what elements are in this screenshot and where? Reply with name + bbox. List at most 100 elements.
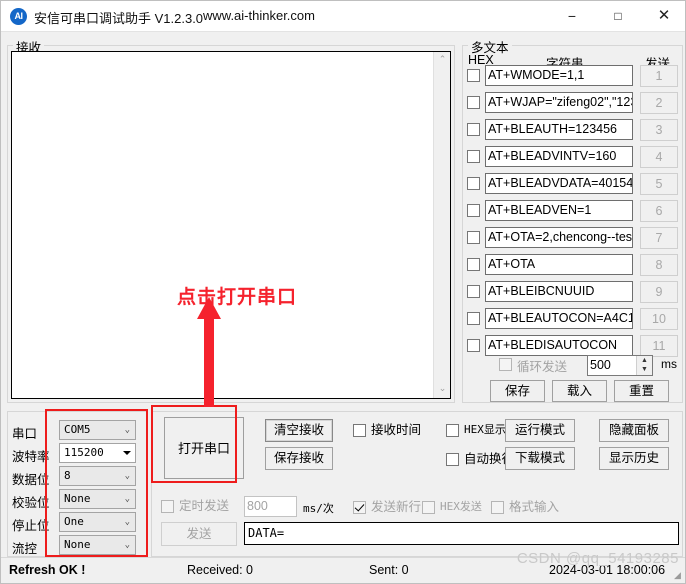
- multitext-command-input[interactable]: AT+BLEADVEN=1: [485, 200, 633, 221]
- titlebar: AI 安信可串口调试助手 V1.2.3.0 www.ai-thinker.com…: [1, 1, 685, 32]
- multitext-hex-checkbox[interactable]: [467, 150, 480, 163]
- chevron-down-icon[interactable]: ⌄: [125, 421, 130, 439]
- load-button[interactable]: 载入: [552, 380, 607, 402]
- hex-display-checkbox[interactable]: [446, 424, 459, 437]
- window-title: 安信可串口调试助手 V1.2.3.0: [34, 11, 204, 26]
- multitext-send-button[interactable]: 7: [640, 227, 678, 249]
- open-port-button[interactable]: 打开串口: [164, 417, 244, 479]
- multitext-command-input[interactable]: AT+BLEADVDATA=401546: [485, 173, 633, 194]
- multitext-send-button[interactable]: 2: [640, 92, 678, 114]
- setting-label-4: 停止位: [12, 519, 50, 533]
- clear-receive-button[interactable]: 清空接收: [265, 419, 333, 442]
- run-mode-button[interactable]: 运行模式: [505, 419, 575, 442]
- loop-send-label: 循环发送: [517, 360, 568, 374]
- setting-combo-2[interactable]: 8 ⌄: [59, 466, 136, 486]
- multitext-hex-checkbox[interactable]: [467, 312, 480, 325]
- loop-send-checkbox[interactable]: [499, 358, 512, 371]
- multitext-hex-checkbox[interactable]: [467, 69, 480, 82]
- multitext-hex-checkbox[interactable]: [467, 258, 480, 271]
- multitext-command-input[interactable]: AT+WMODE=1,1: [485, 65, 633, 86]
- auto-wrap-checkbox[interactable]: [446, 453, 459, 466]
- download-mode-button[interactable]: 下载模式: [505, 447, 575, 470]
- dropdown-triangle-icon[interactable]: [123, 451, 131, 455]
- setting-combo-1[interactable]: 115200: [59, 443, 136, 463]
- annotation-text: 点击打开串口: [177, 287, 298, 308]
- scroll-up-icon[interactable]: ⌃: [434, 52, 451, 69]
- status-received: Received: 0: [187, 563, 254, 577]
- timed-interval-unit: ms/次: [303, 502, 334, 515]
- timed-interval-input[interactable]: 800: [244, 496, 297, 517]
- maximize-icon[interactable]: □: [595, 1, 641, 31]
- send-newline-checkbox[interactable]: [353, 501, 366, 514]
- multitext-send-button[interactable]: 1: [640, 65, 678, 87]
- multitext-command-input[interactable]: AT+WJAP="zifeng02","123: [485, 92, 633, 113]
- multitext-command-input[interactable]: AT+BLEAUTOCON=A4C13: [485, 308, 633, 329]
- save-button[interactable]: 保存: [490, 380, 545, 402]
- setting-combo-4[interactable]: One ⌄: [59, 512, 136, 532]
- receive-textarea[interactable]: ⌃ ⌄: [11, 51, 451, 399]
- minimize-icon[interactable]: −: [549, 1, 595, 31]
- setting-value-3: None: [64, 492, 91, 505]
- multitext-hex-checkbox[interactable]: [467, 96, 480, 109]
- setting-label-3: 校验位: [12, 496, 50, 510]
- multitext-send-button[interactable]: 4: [640, 146, 678, 168]
- loop-send-row: 循环发送 500 ▲ ▼ ms: [467, 353, 679, 377]
- setting-value-5: None: [64, 538, 91, 551]
- resize-grip-icon[interactable]: ◢: [674, 570, 684, 580]
- multitext-command-input[interactable]: AT+BLEIBCNUUID: [485, 281, 633, 302]
- multitext-send-button[interactable]: 9: [640, 281, 678, 303]
- chevron-down-icon[interactable]: ⌄: [125, 536, 130, 554]
- multitext-send-button[interactable]: 8: [640, 254, 678, 276]
- send-newline-label: 发送新行: [371, 500, 422, 514]
- timed-send-checkbox[interactable]: [161, 500, 174, 513]
- status-refresh: Refresh OK !: [9, 563, 86, 577]
- timed-send-label: 定时发送: [179, 499, 230, 513]
- multitext-send-button[interactable]: 10: [640, 308, 678, 330]
- loop-interval-stepper[interactable]: ▲ ▼: [636, 356, 652, 375]
- serial-debug-assistant-window: AI 安信可串口调试助手 V1.2.3.0 www.ai-thinker.com…: [0, 0, 686, 584]
- multitext-hex-checkbox[interactable]: [467, 285, 480, 298]
- close-icon[interactable]: ✕: [641, 1, 685, 31]
- show-history-button[interactable]: 显示历史: [599, 447, 669, 470]
- status-datetime: 2024-03-01 18:00:06: [549, 563, 666, 577]
- chevron-down-icon[interactable]: ⌄: [125, 490, 130, 508]
- chevron-down-icon[interactable]: ⌄: [125, 513, 130, 531]
- send-input[interactable]: DATA=: [244, 522, 679, 545]
- multitext-send-button[interactable]: 6: [640, 200, 678, 222]
- reset-button[interactable]: 重置: [614, 380, 669, 402]
- setting-combo-5[interactable]: None ⌄: [59, 535, 136, 555]
- receive-time-checkbox[interactable]: [353, 424, 366, 437]
- hide-panel-button[interactable]: 隐藏面板: [599, 419, 669, 442]
- multitext-send-button[interactable]: 5: [640, 173, 678, 195]
- stepper-up-icon[interactable]: ▲: [637, 356, 652, 365]
- multitext-hex-checkbox[interactable]: [467, 177, 480, 190]
- setting-combo-0[interactable]: COM5 ⌄: [59, 420, 136, 440]
- multitext-command-input[interactable]: AT+BLEADVINTV=160: [485, 146, 633, 167]
- hex-send-checkbox[interactable]: [422, 501, 435, 514]
- multitext-hex-checkbox[interactable]: [467, 231, 480, 244]
- setting-value-1: 115200: [64, 446, 104, 459]
- format-input-checkbox[interactable]: [491, 501, 504, 514]
- multitext-send-button[interactable]: 3: [640, 119, 678, 141]
- window-title-url: www.ai-thinker.com: [203, 8, 315, 23]
- scroll-down-icon[interactable]: ⌄: [434, 381, 451, 398]
- statusbar: Refresh OK ! Received: 0 Sent: 0 2024-03…: [1, 557, 685, 583]
- format-input-label: 格式输入: [509, 500, 560, 514]
- send-button[interactable]: 发送: [161, 522, 237, 546]
- receive-scrollbar[interactable]: ⌃ ⌄: [433, 52, 450, 398]
- multitext-command-input[interactable]: AT+BLEAUTH=123456: [485, 119, 633, 140]
- multitext-hex-checkbox[interactable]: [467, 204, 480, 217]
- hex-send-label: HEX发送: [440, 500, 482, 513]
- setting-label-1: 波特率: [12, 450, 50, 464]
- loop-interval-unit: ms: [661, 357, 677, 371]
- setting-value-0: COM5: [64, 423, 91, 436]
- multitext-hex-checkbox[interactable]: [467, 339, 480, 352]
- multitext-command-input[interactable]: AT+OTA=2,chencong--test: [485, 227, 633, 248]
- multitext-hex-checkbox[interactable]: [467, 123, 480, 136]
- multitext-command-input[interactable]: AT+OTA: [485, 254, 633, 275]
- stepper-down-icon[interactable]: ▼: [637, 365, 652, 374]
- setting-combo-3[interactable]: None ⌄: [59, 489, 136, 509]
- setting-label-5: 流控: [12, 542, 38, 556]
- chevron-down-icon[interactable]: ⌄: [125, 467, 130, 485]
- save-receive-button[interactable]: 保存接收: [265, 447, 333, 470]
